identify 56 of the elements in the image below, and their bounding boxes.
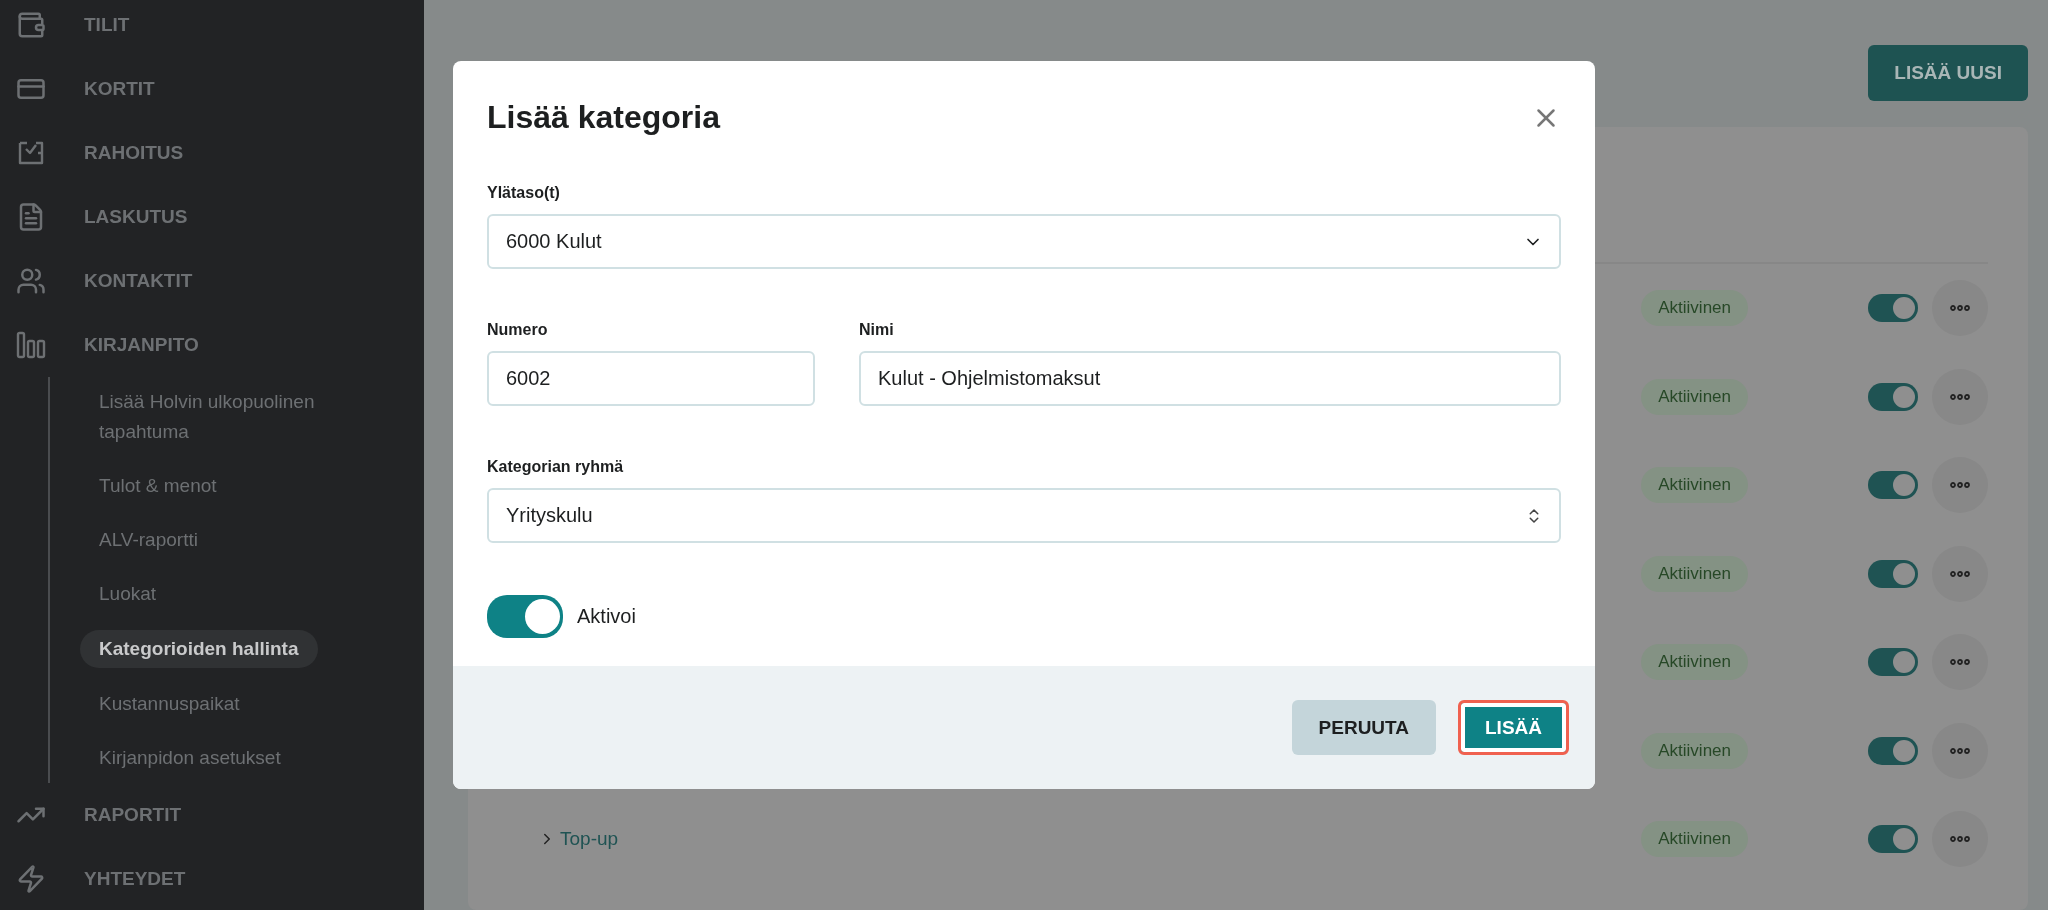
active-toggle[interactable] xyxy=(1868,294,1918,323)
wallet-icon xyxy=(16,10,46,40)
activate-toggle[interactable] xyxy=(487,595,563,638)
active-toggle[interactable] xyxy=(1868,559,1918,588)
nav-item[interactable]: LASKUTUS xyxy=(0,185,198,249)
nav-item[interactable]: RAPORTIT xyxy=(0,783,192,847)
nav-item[interactable]: KIRJANPITO xyxy=(0,313,209,377)
input-field[interactable]: 6002 xyxy=(487,351,815,406)
more-icon xyxy=(1950,836,1970,843)
submit-button[interactable]: LISÄÄ xyxy=(1458,700,1569,755)
category-link[interactable]: Top-up xyxy=(538,828,619,851)
status-badge: Aktiivinen xyxy=(1641,290,1748,327)
nav-item[interactable]: KORTIT xyxy=(0,57,165,121)
cancel-button[interactable]: PERUUTA xyxy=(1291,700,1436,755)
nav-subitem[interactable]: Kirjanpidon asetukset xyxy=(80,733,300,783)
add-new-button[interactable]: LISÄÄ UUSI xyxy=(1868,45,2028,101)
nav-subitem[interactable]: ALV-raportti xyxy=(80,515,217,565)
active-toggle[interactable] xyxy=(1868,825,1918,854)
active-toggle[interactable] xyxy=(1868,736,1918,765)
input-field[interactable]: Kulut - Ohjelmistomaksut xyxy=(859,351,1561,406)
more-icon xyxy=(1950,570,1970,577)
toggle-label: Aktivoi xyxy=(577,605,636,628)
checked-box-icon xyxy=(16,140,46,166)
status-badge: Aktiivinen xyxy=(1641,467,1748,504)
more-icon xyxy=(1950,305,1970,312)
field-label: Numero xyxy=(487,321,549,339)
people-icon xyxy=(16,266,46,296)
nav-item[interactable]: TILIT xyxy=(0,0,140,57)
nav-subitem[interactable]: Tulot & menot xyxy=(80,461,236,511)
nav-subitem[interactable]: Luokat xyxy=(80,569,176,619)
lightning-icon xyxy=(16,864,46,894)
field-label: Kategorian ryhmä xyxy=(487,458,625,476)
more-icon xyxy=(1950,393,1970,400)
nav-subitem[interactable]: Kategorioiden hallinta xyxy=(80,630,318,668)
active-toggle[interactable] xyxy=(1868,648,1918,677)
nav-item[interactable]: KONTAKTIT xyxy=(0,249,203,313)
field-label: Nimi xyxy=(859,321,895,339)
more-icon xyxy=(1950,482,1970,489)
status-badge: Aktiivinen xyxy=(1641,644,1748,681)
select-field[interactable]: 6000 Kulut xyxy=(487,214,1561,269)
status-badge: Aktiivinen xyxy=(1641,378,1748,415)
status-badge: Aktiivinen xyxy=(1641,732,1748,769)
dialog-title: Lisää kategoria xyxy=(487,99,720,136)
active-toggle[interactable] xyxy=(1868,382,1918,411)
nav-item[interactable]: YHTEYDET xyxy=(0,847,196,910)
status-badge: Aktiivinen xyxy=(1641,555,1748,592)
active-toggle[interactable] xyxy=(1868,471,1918,500)
status-badge: Aktiivinen xyxy=(1641,821,1748,858)
nav-subitem[interactable]: Kustannuspaikat xyxy=(80,679,259,729)
more-icon xyxy=(1950,747,1970,754)
bar-chart-icon xyxy=(16,331,46,359)
nav-subitem[interactable]: Lisää Holvin ulkopuolinen tapahtuma xyxy=(80,377,418,457)
field-label: Ylätaso(t) xyxy=(487,184,561,202)
nav-item[interactable]: RAHOITUS xyxy=(0,121,194,185)
more-icon xyxy=(1950,659,1970,666)
select-field[interactable]: Yrityskulu xyxy=(487,488,1561,543)
